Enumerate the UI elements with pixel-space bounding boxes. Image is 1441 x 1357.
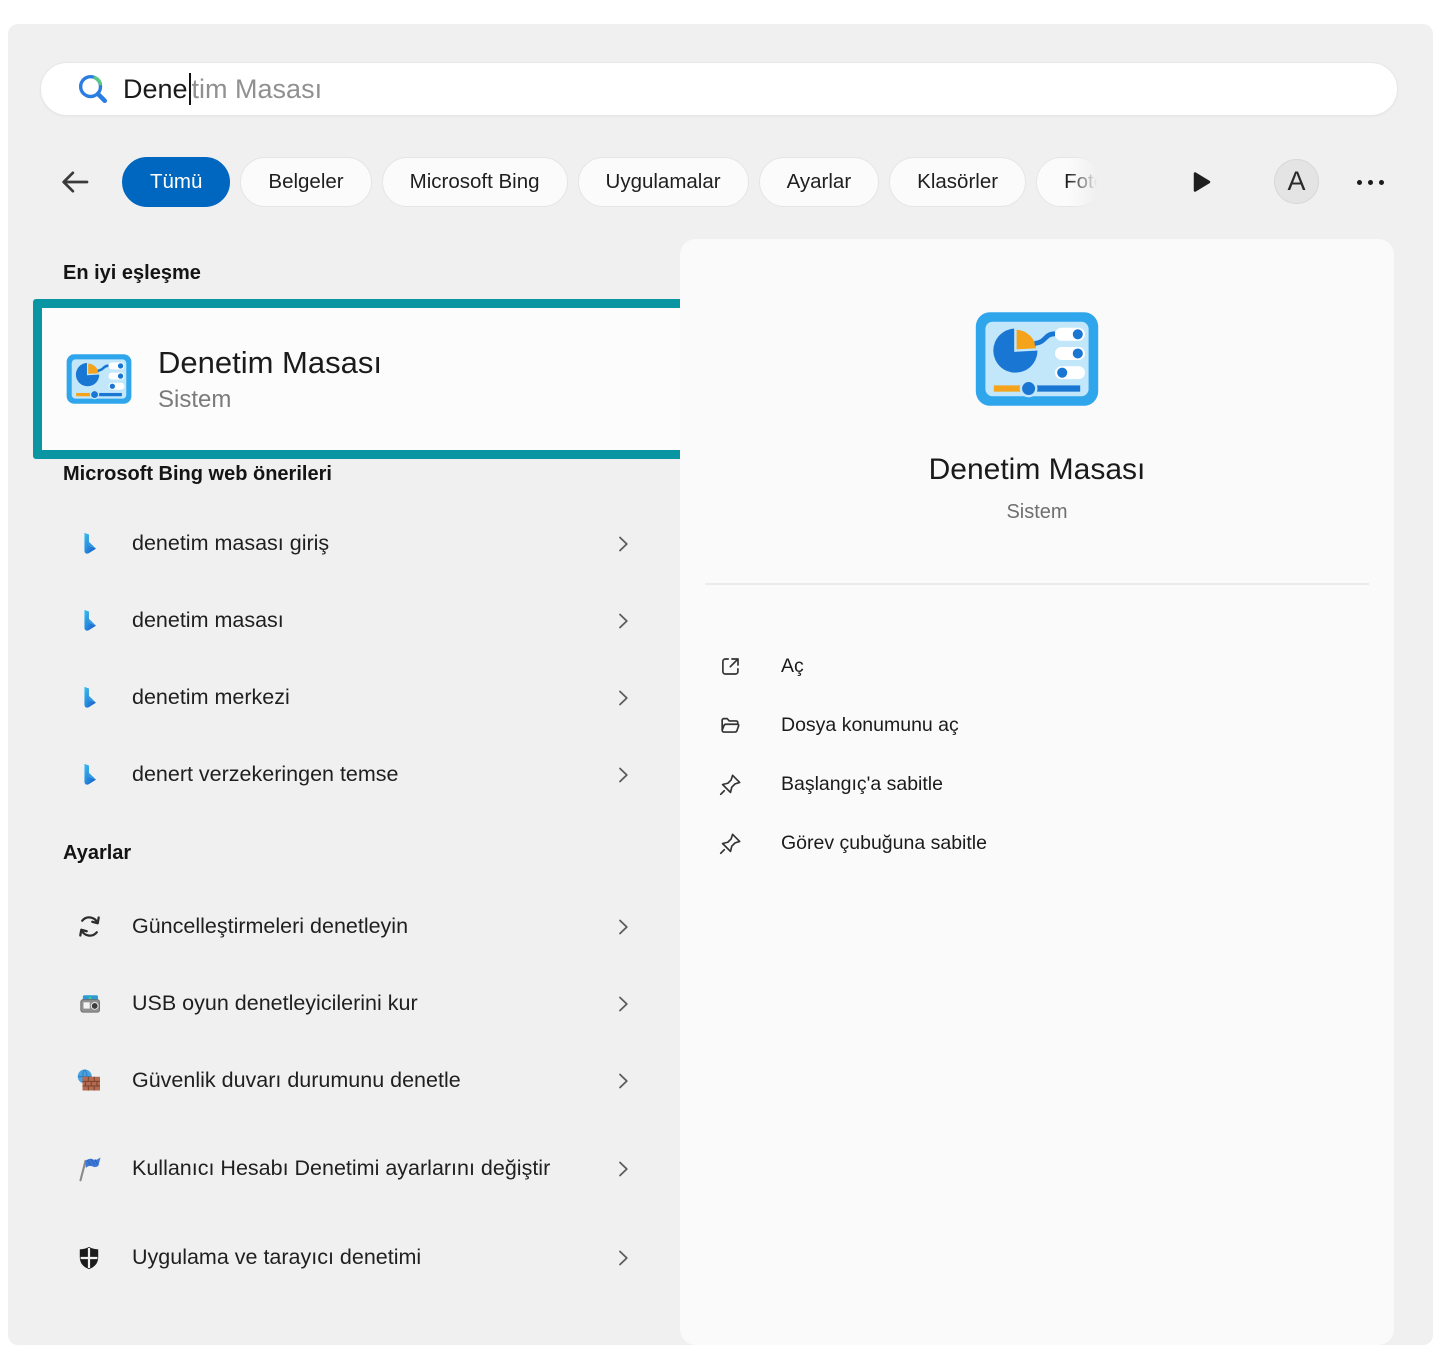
bing-suggestion-label: denetim merkezi [132,682,290,713]
settings-results-list: Güncelleştirmeleri denetleyin USB oyun d… [40,888,642,1296]
back-arrow-icon [58,165,92,199]
action-label: Dosya konumunu aç [781,714,959,737]
tab-label: Microsoft Bing [410,170,540,194]
control-panel-icon [66,353,132,405]
settings-result-row[interactable]: Kullanıcı Hesabı Denetimi ayarlarını değ… [40,1119,642,1219]
bing-suggestion-row[interactable]: denetim merkezi [40,659,642,736]
bing-suggestion-row[interactable]: denetim masası giriş [40,505,642,582]
back-button[interactable] [56,163,94,201]
chevron-right-icon[interactable] [612,1158,634,1180]
firewall-icon [74,1066,104,1096]
tab-bing[interactable]: Microsoft Bing [382,157,568,207]
tab-label: Uygulamalar [606,170,721,194]
more-dots-icon [1379,180,1384,185]
folder-icon [718,713,743,738]
uac-flag-icon [74,1154,104,1184]
bing-suggestion-label: denetim masası giriş [132,528,329,559]
more-dots-icon [1357,180,1362,185]
filter-tabs-row: Tümü Belgeler Microsoft Bing Uygulamalar… [56,156,1401,208]
settings-result-label: Kullanıcı Hesabı Denetimi ayarlarını değ… [132,1153,550,1184]
tab-label: Tümü [150,170,202,194]
settings-result-row[interactable]: USB oyun denetleyicilerini kur [40,965,642,1042]
settings-result-label: Güncelleştirmeleri denetleyin [132,911,408,942]
search-input[interactable]: Denetim Masası [40,62,1398,116]
usb-controller-icon [74,989,104,1019]
annotation-highlight-box: Denetim Masası Sistem [33,299,758,459]
filter-pills: Tümü Belgeler Microsoft Bing Uygulamalar… [122,157,1102,207]
settings-result-row[interactable]: Uygulama ve tarayıcı denetimi [40,1219,642,1296]
section-bing-suggestions: Microsoft Bing web önerileri [63,463,332,486]
chevron-right-icon[interactable] [612,1070,634,1092]
result-detail-pane: Denetim Masası Sistem Aç Dosya konumunu … [680,239,1394,1345]
section-settings: Ayarlar [63,842,131,865]
best-match-subtitle: Sistem [158,386,382,414]
settings-result-row[interactable]: Güvenlik duvarı durumunu denetle [40,1042,642,1119]
tab-documents[interactable]: Belgeler [240,157,371,207]
action-pin-to-start[interactable]: Başlangıç'a sabitle [718,755,1278,814]
bing-icon [74,529,104,559]
bing-suggestions-list: denetim masası giriş denetim masası dene… [40,505,642,813]
bing-icon [74,683,104,713]
bing-suggestion-label: denetim masası [132,605,284,636]
detail-title: Denetim Masası [680,453,1394,487]
action-pin-to-taskbar[interactable]: Görev çubuğuna sabitle [718,814,1278,873]
tab-label: Ayarlar [787,170,852,194]
settings-result-row[interactable]: Güncelleştirmeleri denetleyin [40,888,642,965]
text-caret [189,73,191,105]
settings-result-label: USB oyun denetleyicilerini kur [132,988,418,1019]
search-icon [75,72,109,106]
action-open[interactable]: Aç [718,637,1278,696]
chevron-right-icon[interactable] [612,1247,634,1269]
open-external-icon [718,654,743,679]
tab-label: Fotoğraflar [1064,170,1102,194]
settings-result-label: Güvenlik duvarı durumunu denetle [132,1065,461,1096]
pin-icon [718,831,743,856]
action-label: Aç [781,655,804,678]
best-match-title: Denetim Masası [158,344,382,383]
action-open-file-location[interactable]: Dosya konumunu aç [718,696,1278,755]
chevron-right-icon[interactable] [612,916,634,938]
action-label: Görev çubuğuna sabitle [781,832,987,855]
scroll-tabs-right-button[interactable] [1183,165,1217,199]
tab-folders[interactable]: Klasörler [889,157,1026,207]
best-match-result[interactable]: Denetim Masası Sistem [42,308,749,450]
security-shield-icon [74,1243,104,1273]
detail-actions-list: Aç Dosya konumunu aç Başlangıç'a sabitle [718,637,1278,873]
tab-all[interactable]: Tümü [122,157,230,207]
avatar-letter: A [1287,166,1305,197]
chevron-right-icon[interactable] [612,764,634,786]
tab-label: Belgeler [268,170,343,194]
control-panel-icon-large [974,311,1100,407]
chevron-right-icon[interactable] [612,993,634,1015]
account-avatar[interactable]: A [1274,159,1319,204]
bing-icon [74,606,104,636]
chevron-right-icon[interactable] [612,687,634,709]
section-best-match: En iyi eşleşme [63,262,201,285]
bing-icon [74,760,104,790]
bing-suggestion-row[interactable]: denert verzekeringen temse [40,736,642,813]
divider [705,583,1369,585]
bing-suggestion-row[interactable]: denetim masası [40,582,642,659]
chevron-right-icon[interactable] [612,533,634,555]
tab-label: Klasörler [917,170,998,194]
more-dots-icon [1368,180,1373,185]
tab-apps[interactable]: Uygulamalar [578,157,749,207]
tab-settings[interactable]: Ayarlar [759,157,880,207]
search-completion-text: tim Masası [192,74,323,105]
refresh-icon [74,912,104,942]
more-options-button[interactable] [1348,168,1392,196]
bing-suggestion-label: denert verzekeringen temse [132,759,399,790]
search-query-text: Denetim Masası [123,73,322,105]
play-icon [1185,167,1215,197]
detail-subtitle: Sistem [680,501,1394,524]
settings-result-label: Uygulama ve tarayıcı denetimi [132,1242,421,1273]
tab-photos-clipped[interactable]: Fotoğraflar [1036,157,1102,207]
action-label: Başlangıç'a sabitle [781,773,943,796]
chevron-right-icon[interactable] [612,610,634,632]
pin-icon [718,772,743,797]
search-typed-text: Dene [123,74,188,105]
best-match-texts: Denetim Masası Sistem [158,344,382,415]
